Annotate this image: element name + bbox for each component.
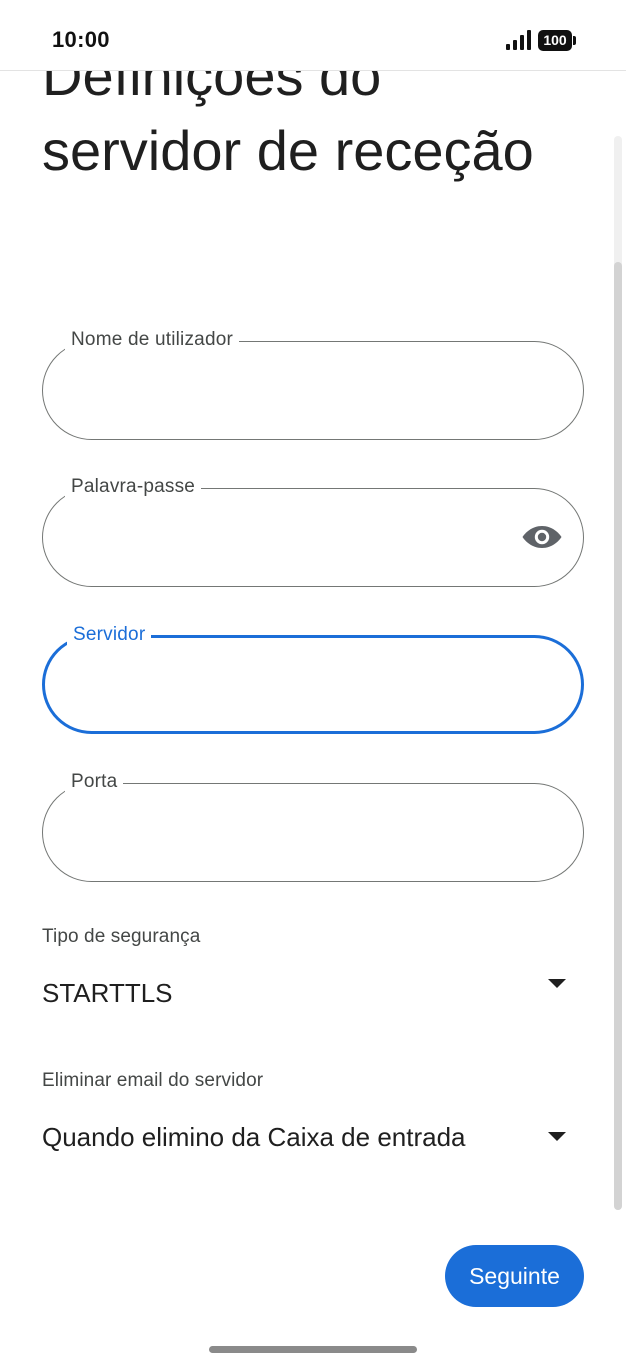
port-label: Porta <box>65 770 124 794</box>
username-label: Nome de utilizador <box>65 328 240 352</box>
eye-icon[interactable] <box>521 521 563 553</box>
port-input[interactable] <box>71 814 511 850</box>
username-field[interactable]: Nome de utilizador <box>42 328 584 440</box>
port-field[interactable]: Porta <box>42 770 584 882</box>
password-label: Palavra-passe <box>65 475 202 499</box>
security-type-label: Tipo de segurança <box>42 926 201 947</box>
security-type-dropdown[interactable]: STARTTLS <box>42 972 584 1016</box>
delete-email-value: Quando elimino da Caixa de entrada <box>42 1122 466 1152</box>
status-bar: 10:00 100 <box>0 0 626 71</box>
server-label: Servidor <box>67 623 152 647</box>
next-button[interactable]: Seguinte <box>445 1245 584 1307</box>
home-indicator[interactable] <box>209 1346 417 1353</box>
scrollbar-thumb[interactable] <box>614 262 622 1210</box>
security-type-value: STARTTLS <box>42 978 173 1008</box>
delete-email-dropdown[interactable]: Quando elimino da Caixa de entrada <box>42 1116 584 1160</box>
password-input[interactable] <box>71 519 511 555</box>
server-input[interactable] <box>73 668 513 704</box>
password-field[interactable]: Palavra-passe <box>42 475 584 587</box>
status-time: 10:00 <box>52 27 110 52</box>
dropdown-arrow-icon <box>548 979 566 988</box>
server-field[interactable]: Servidor <box>42 623 584 734</box>
incoming-server-settings-screen: 10:00 100 Definições do servidor de rece… <box>0 0 626 1366</box>
delete-email-label: Eliminar email do servidor <box>42 1070 264 1091</box>
battery-level: 100 <box>538 30 572 51</box>
battery-tip <box>573 36 576 45</box>
dropdown-arrow-icon <box>548 1132 566 1141</box>
cellular-signal-icon <box>506 30 531 50</box>
battery-icon: 100 <box>538 30 578 51</box>
username-input[interactable] <box>71 372 511 408</box>
